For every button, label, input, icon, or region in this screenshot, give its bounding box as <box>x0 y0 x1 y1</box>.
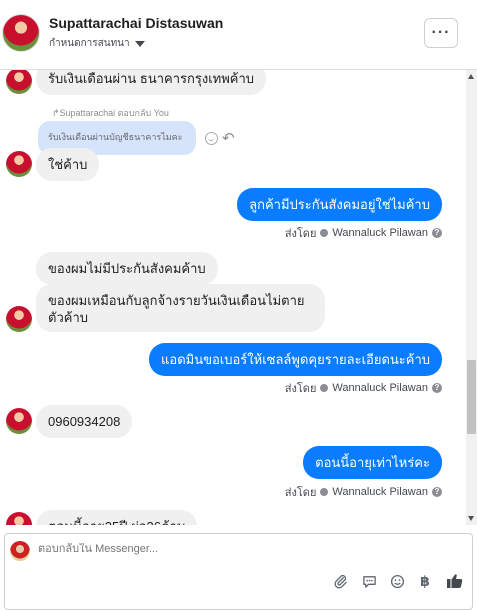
agent-icon <box>320 229 329 237</box>
contact-avatar[interactable] <box>2 14 40 52</box>
attach-icon[interactable] <box>331 572 349 590</box>
scroll-down-icon[interactable] <box>468 516 474 521</box>
sent-by-prefix: ส่งโดย <box>284 487 317 499</box>
baht-icon[interactable]: ฿ <box>416 572 434 590</box>
agent-icon <box>320 384 329 392</box>
scroll-thumb[interactable] <box>467 360 476 434</box>
sent-by-line: ส่งโดย Wannaluck Pilawan ? <box>285 379 442 397</box>
reply-context: ↱Supattarachai ตอบกลับ You <box>52 108 169 118</box>
assign-conversation-dropdown[interactable]: กำหนดการสนทนา <box>49 36 145 51</box>
reply-input[interactable] <box>38 543 438 555</box>
contact-avatar-small <box>6 512 32 525</box>
composer: ฿ <box>0 525 477 610</box>
info-icon[interactable]: ? <box>432 383 442 393</box>
outgoing-message: ลูกค้ามีประกันสังคมอยู่ใช่ไมค้าบ <box>237 188 442 221</box>
sent-by-agent: Wannaluck Pilawan <box>332 486 428 498</box>
outgoing-message: ตอนนี้อายุเท่าไหร่คะ <box>303 446 442 479</box>
info-icon[interactable]: ? <box>432 228 442 238</box>
incoming-message: ของผมเหมือนกับลูกจ้างรายวันเงินเดือนไม่ต… <box>36 284 325 332</box>
thread-scrollbar[interactable] <box>466 70 477 525</box>
contact-avatar-small <box>6 151 32 177</box>
outgoing-message: แอดมินขอเบอร์ให้เซลล์พูดคุยรายละเอียดนะค… <box>149 343 442 376</box>
sent-by-line: ส่งโดย Wannaluck Pilawan ? <box>285 224 442 242</box>
saved-reply-icon[interactable] <box>360 572 378 590</box>
incoming-message: รับเงินเดือนผ่าน ธนาคารกรุงเทพค้าบ <box>36 70 267 95</box>
smile-icon[interactable] <box>205 132 218 145</box>
contact-name[interactable]: Supattarachai Distasuwan <box>49 15 223 31</box>
scroll-up-icon[interactable] <box>468 74 474 79</box>
message-thread[interactable]: รับเงินเดือนผ่าน ธนาคารกรุงเทพค้าบ ↱Supa… <box>0 70 466 525</box>
conversation-header: Supattarachai Distasuwan กำหนดการสนทนา ·… <box>0 0 477 70</box>
incoming-message: 0960934208 <box>36 405 133 438</box>
sent-by-agent: Wannaluck Pilawan <box>332 382 428 394</box>
more-icon: ··· <box>431 24 451 41</box>
reply-icon[interactable]: ↶ <box>222 131 235 146</box>
message-actions: ↶ <box>205 131 235 146</box>
emoji-icon[interactable] <box>388 572 406 590</box>
sent-by-agent: Wannaluck Pilawan <box>332 227 428 239</box>
sent-by-prefix: ส่งโดย <box>284 228 317 240</box>
info-icon[interactable]: ? <box>432 487 442 497</box>
incoming-message: ตอนนี้อายุ25ปี ผ่อ26ค้าบ <box>36 510 198 525</box>
incoming-message: ใช่ค้าบ <box>36 148 100 181</box>
page-avatar <box>10 541 30 561</box>
like-icon[interactable] <box>445 572 463 590</box>
contact-avatar-small <box>6 70 32 94</box>
sent-by-line: ส่งโดย Wannaluck Pilawan ? <box>285 483 442 501</box>
sent-by-prefix: ส่งโดย <box>284 383 317 395</box>
incoming-message: ของผมไม่มีประกันสังคมค้าบ <box>36 252 218 285</box>
more-options-button[interactable]: ··· <box>424 18 458 48</box>
contact-avatar-small <box>6 408 32 434</box>
assign-label: กำหนดการสนทนา <box>49 38 130 49</box>
chevron-down-icon <box>134 41 145 47</box>
agent-icon <box>320 488 329 496</box>
contact-avatar-small <box>6 306 32 332</box>
